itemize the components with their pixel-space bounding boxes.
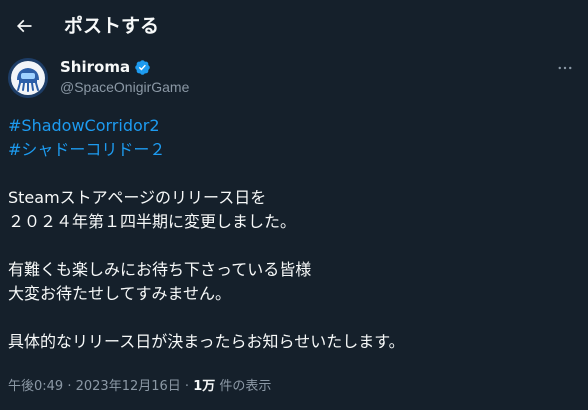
post-time[interactable]: 午後0:49 [8,379,63,394]
author-handle[interactable]: @SpaceOnigirGame [60,78,189,96]
arrow-left-icon [16,19,32,33]
tweet-line: Steamストアページのリリース日を [8,188,267,207]
hashtag-link[interactable]: #シャドーコリドー２ [8,140,165,159]
space-onigiri-avatar [8,58,48,98]
tweet-meta: 午後0:49 · 2023年12月16日 · 1万 件の表示 [8,377,271,397]
views-label: 件の表示 [215,379,272,394]
tweet-line: 有難くも楽しみにお待ち下さっている皆様 [8,260,312,279]
avatar[interactable] [8,58,48,98]
page-title: ポストする [64,15,160,37]
author-name-text: Shiroma [60,58,131,76]
meta-separator: · [180,379,194,394]
meta-separator: · [63,379,76,394]
verified-badge-icon [135,59,150,75]
tweet-line: ２０２４年第１四半期に変更しました。 [8,212,297,231]
hashtag-link[interactable]: #ShadowCorridor2 [8,116,160,135]
views-count[interactable]: 1万 [193,379,215,394]
back-button[interactable] [6,8,42,44]
tweet-line [8,306,578,330]
author-display-name[interactable]: Shiroma [60,57,151,77]
post-header: ポストする [0,0,588,53]
post-date[interactable]: 2023年12月16日 [76,379,181,394]
tweet-text: #ShadowCorridor2 #シャドーコリドー２ Steamストアページの… [8,114,578,354]
ellipsis-icon [558,66,572,70]
tweet-line: 大変お待たせしてすみません。 [8,284,232,303]
tweet-line [8,234,578,258]
tweet-line: 具体的なリリース日が決まったらお知らせいたします。 [8,332,405,351]
more-options-button[interactable] [548,56,582,80]
